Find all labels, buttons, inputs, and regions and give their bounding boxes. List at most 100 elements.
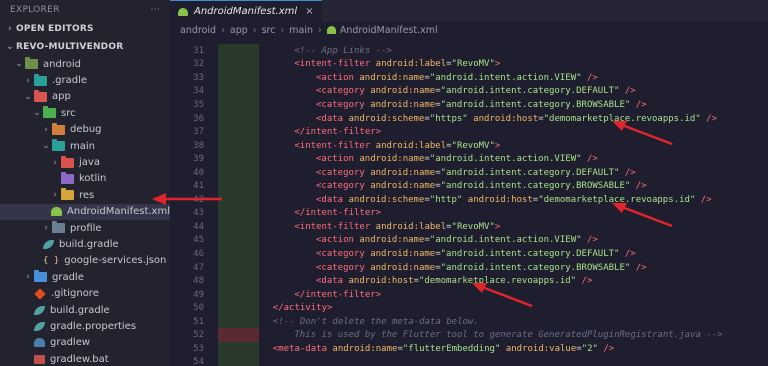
- folder-res-icon: [61, 188, 74, 201]
- chevron-right-icon[interactable]: ›: [40, 223, 52, 233]
- code-token: <action: [316, 154, 360, 165]
- tree-item[interactable]: gradlew: [0, 335, 170, 351]
- code-text: <intent-filter android:label="RevoMV">: [262, 141, 500, 151]
- tree-item[interactable]: › debug: [0, 122, 170, 138]
- open-editors-section[interactable]: › OPEN EDITORS: [0, 20, 170, 38]
- tree-item[interactable]: build.gradle: [0, 236, 170, 252]
- code-line[interactable]: 37 </intent-filter>: [170, 125, 768, 139]
- breadcrumb-item[interactable]: android: [180, 25, 216, 36]
- code-text: </intent-filter>: [262, 290, 381, 300]
- tree-item[interactable]: › res: [0, 187, 170, 203]
- chevron-right-icon[interactable]: ›: [40, 125, 52, 135]
- code-line[interactable]: 53 <meta-data android:name="flutterEmbedd…: [170, 342, 768, 356]
- tree-item[interactable]: gradlew.bat: [0, 351, 170, 366]
- code-token: />: [581, 72, 598, 83]
- code-line[interactable]: 35 <category android:name="android.intent…: [170, 98, 768, 112]
- code-token: "android.intent.category.DEFAULT": [440, 248, 620, 259]
- code-text: <action android:name="android.intent.act…: [262, 154, 598, 164]
- more-actions-icon[interactable]: ···: [151, 5, 160, 15]
- chevron-right-icon[interactable]: ›: [49, 190, 61, 200]
- chevron-down-icon[interactable]: ⌄: [40, 141, 52, 151]
- code-token: />: [630, 262, 647, 273]
- gutter: [204, 274, 262, 288]
- code-text: <intent-filter android:label="RevoMV">: [262, 59, 500, 69]
- gutter: [204, 287, 262, 302]
- code-token: />: [597, 343, 615, 354]
- tree-item[interactable]: › .gradle: [0, 72, 170, 88]
- code-line[interactable]: 32 <intent-filter android:label="RevoMV">: [170, 57, 768, 72]
- close-icon[interactable]: ×: [305, 6, 313, 17]
- code-line[interactable]: 43 </intent-filter>: [170, 206, 768, 221]
- tree-item[interactable]: ⌄ main: [0, 138, 170, 154]
- code-line[interactable]: 49 </intent-filter>: [170, 287, 768, 302]
- code-line[interactable]: 52 This is used by the Flutter tool to ge…: [170, 328, 768, 342]
- chevron-right-icon[interactable]: ›: [22, 76, 34, 86]
- line-number: 32: [193, 59, 204, 70]
- tree-item[interactable]: { } google-services.json: [0, 253, 170, 269]
- line-number: 54: [193, 357, 204, 366]
- project-section[interactable]: ⌄ REVO-MULTIVENDOR: [0, 38, 170, 56]
- code-text: <!-- App Links -->: [262, 46, 392, 56]
- code-line[interactable]: 47 <category android:name="android.intent…: [170, 260, 768, 275]
- breadcrumb-item[interactable]: app: [230, 25, 248, 36]
- tree-item[interactable]: › java: [0, 154, 170, 170]
- code-text: <!-- Don't delete the meta-data below.: [262, 317, 479, 327]
- code-line[interactable]: 41 <category android:name="android.intent…: [170, 179, 768, 193]
- code-token: android:name: [370, 167, 436, 178]
- breadcrumb-item[interactable]: AndroidManifest.xml: [340, 25, 438, 36]
- tree-item[interactable]: build.gradle: [0, 302, 170, 318]
- breadcrumb-item[interactable]: src: [262, 25, 276, 36]
- tree-item[interactable]: kotlin: [0, 171, 170, 187]
- code-line[interactable]: 39 <action android:name="android.intent.a…: [170, 152, 768, 166]
- code-line[interactable]: 46 <category android:name="android.intent…: [170, 247, 768, 261]
- tree-item[interactable]: ⌄ app: [0, 89, 170, 105]
- code-line[interactable]: 44 <intent-filter android:label="RevoMV">: [170, 220, 768, 234]
- code-token: <!-- Don't delete the meta-data below.: [272, 316, 479, 327]
- code-token: "demomarketplace.revoapps.id": [418, 276, 577, 287]
- code-line[interactable]: 38 <intent-filter android:label="RevoMV">: [170, 138, 768, 153]
- tree-item-label: build.gradle: [59, 238, 119, 250]
- code-line[interactable]: 33 <action android:name="android.intent.a…: [170, 71, 768, 85]
- code-line[interactable]: 34 <category android:name="android.intent…: [170, 84, 768, 99]
- code-token: <intent-filter: [294, 140, 376, 151]
- breadcrumb-item[interactable]: main: [289, 25, 313, 36]
- code-line[interactable]: 54: [170, 355, 768, 366]
- tree-item-label: .gitignore: [51, 288, 99, 300]
- gradle-icon: [34, 321, 45, 331]
- chevron-right-icon[interactable]: ›: [22, 272, 34, 282]
- code-editor[interactable]: 31 <!-- App Links --> 32 <intent-filter and…: [170, 44, 768, 366]
- folder-profile-icon: [52, 221, 65, 234]
- code-line[interactable]: 42 <data android:scheme="http" android:ho…: [170, 193, 768, 207]
- tree-item[interactable]: ⌄ android: [0, 56, 170, 72]
- chevron-down-icon[interactable]: ⌄: [13, 59, 25, 69]
- folder-src-icon: [43, 106, 56, 119]
- chevron-down-icon[interactable]: ⌄: [31, 108, 43, 118]
- tree-item-label: app: [52, 91, 71, 103]
- code-token: />: [630, 181, 647, 192]
- chevron-down-icon[interactable]: ⌄: [22, 92, 34, 102]
- tree-item[interactable]: ⌄ src: [0, 105, 170, 121]
- tree-item[interactable]: .gitignore: [0, 285, 170, 301]
- code-line[interactable]: 45 <action android:name="android.intent.a…: [170, 233, 768, 248]
- tree-item-label: gradlew.bat: [50, 353, 109, 365]
- code-line[interactable]: 31 <!-- App Links -->: [170, 44, 768, 58]
- tree-item-label: AndroidManifest.xml: [67, 206, 170, 218]
- tree-item[interactable]: gradle.properties: [0, 318, 170, 334]
- code-line[interactable]: 48 <data android:host="demomarketplace.re…: [170, 274, 768, 288]
- code-line[interactable]: 40 <category android:name="android.intent…: [170, 165, 768, 180]
- code-token: android:name: [359, 72, 425, 83]
- terminal-icon: [34, 354, 45, 364]
- code-line[interactable]: 51 <!-- Don't delete the meta-data below.: [170, 314, 768, 329]
- chevron-right-icon[interactable]: ›: [49, 158, 61, 168]
- tree-item-label: kotlin: [79, 173, 107, 185]
- code-token: "demomarketplace.revoapps.id": [538, 194, 696, 205]
- gutter: [204, 342, 262, 356]
- code-token: android:scheme: [348, 113, 425, 124]
- tree-item[interactable]: › profile: [0, 220, 170, 236]
- tab-android-manifest[interactable]: AndroidManifest.xml ×: [170, 0, 322, 22]
- tree-item-label: main: [70, 140, 95, 152]
- code-line[interactable]: 36 <data android:scheme="https" android:h…: [170, 111, 768, 126]
- tree-item[interactable]: AndroidManifest.xml: [0, 203, 170, 220]
- code-line[interactable]: 50 </activity>: [170, 301, 768, 315]
- tree-item[interactable]: › gradle: [0, 269, 170, 285]
